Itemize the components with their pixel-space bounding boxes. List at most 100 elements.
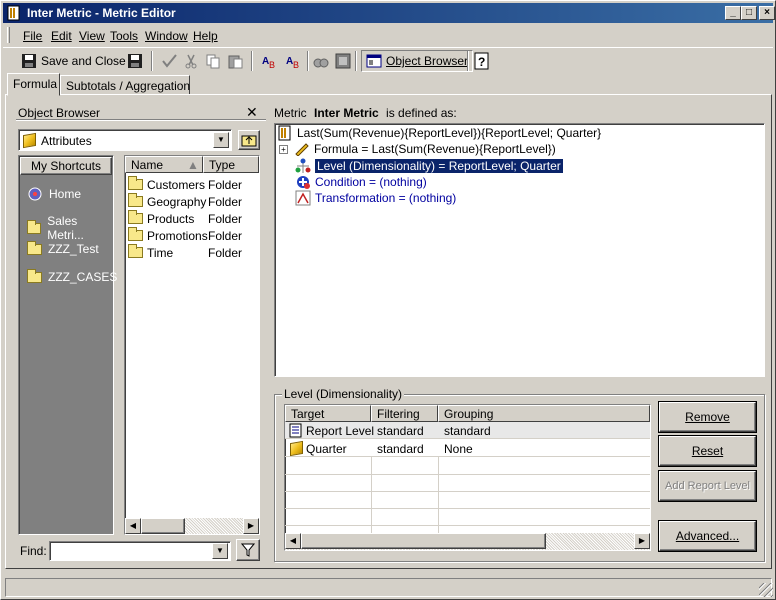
search-tool-button[interactable] [313,51,329,71]
folder-icon [128,244,143,259]
shortcut-home[interactable]: Home [27,186,81,202]
object-browser-panel: Object Browser ✕ Attributes ▼ My Shortcu… [16,104,266,562]
parent-folder-button[interactable] [238,130,260,150]
tree-formula[interactable]: + Formula = Last(Sum(Revenue){ReportLeve… [279,142,556,156]
definition-header: Metric Inter Metric is defined as: [274,106,457,120]
level-icon [295,158,311,173]
column-header-target[interactable]: Target [285,405,371,422]
toolbar: Save and Close AB AB Object Browser ? [3,47,773,73]
remove-button[interactable]: Remove [659,402,756,432]
list-horizontal-scrollbar[interactable]: ◀ ▶ [125,518,259,534]
help-icon: ? [474,52,489,70]
list-item[interactable]: Products Folder [128,210,258,228]
resize-grip[interactable] [759,583,773,597]
tree-root[interactable]: Last(Sum(Revenue){ReportLevel}){ReportLe… [277,125,601,141]
properties-icon [335,53,351,69]
folder-icon [27,268,42,283]
chevron-down-icon[interactable]: ▼ [212,543,228,559]
menu-tools[interactable]: Tools [110,29,138,43]
scroll-left-icon[interactable]: ◀ [285,533,301,549]
tree-transformation[interactable]: Transformation = (nothing) [295,190,456,206]
scroll-right-icon[interactable]: ▶ [243,518,259,534]
tree-condition[interactable]: Condition = (nothing) [295,174,427,190]
tree-level[interactable]: Level (Dimensionality) = ReportLevel; Qu… [295,158,564,174]
abc-icon: AB [262,56,275,70]
home-icon [28,187,42,201]
metric-editor-window: Inter Metric - Metric Editor _ □ × File … [0,0,776,600]
column-header-filtering[interactable]: Filtering [371,405,438,422]
grid-horizontal-scrollbar[interactable]: ◀ ▶ [285,533,650,550]
copy-button[interactable] [205,51,221,71]
scroll-left-icon[interactable]: ◀ [125,518,141,534]
close-window-button[interactable]: × [759,6,775,20]
scroll-thumb[interactable] [141,518,185,534]
shortcuts-bar: My Shortcuts Home Sales Metri... ZZZ_Tes… [18,155,117,535]
folder-icon [128,193,143,208]
maximize-button[interactable]: □ [741,6,757,20]
table-row[interactable]: Quarter standard None [285,440,650,457]
help-button[interactable]: ? [473,51,491,71]
chevron-down-icon[interactable]: ▼ [213,132,229,148]
binoculars-icon [313,58,329,68]
folder-up-icon [241,135,257,147]
title-bar[interactable]: Inter Metric - Metric Editor _ □ × [3,3,775,23]
list-item[interactable]: Customers Folder [128,176,258,194]
browser-icon [366,54,382,68]
folder-icon [128,227,143,242]
definition-tree: Last(Sum(Revenue){ReportLevel}){ReportLe… [274,123,765,377]
list-item[interactable]: Promotions Folder [128,227,258,245]
list-item[interactable]: Time Folder [128,244,258,262]
menu-view[interactable]: View [79,29,105,43]
find-input[interactable]: ▼ [49,541,231,561]
my-shortcuts-header[interactable]: My Shortcuts [20,157,112,175]
reset-button[interactable]: Reset [659,436,756,466]
save-and-close-button[interactable]: Save and Close [21,51,126,71]
copy-icon [206,54,220,69]
shortcut-zzz-cases[interactable]: ZZZ_CASES [27,268,117,284]
pencil-icon [295,143,309,156]
folder-icon [27,219,42,234]
attribute-cube-icon [290,440,303,457]
minimize-button[interactable]: _ [725,6,741,20]
menu-edit[interactable]: Edit [51,29,72,43]
scroll-right-icon[interactable]: ▶ [634,533,650,549]
table-row[interactable]: Report Level standard standard [285,422,650,439]
tab-formula[interactable]: Formula [7,73,60,96]
column-header-type[interactable]: Type [203,156,259,173]
paste-button[interactable] [227,51,243,71]
object-type-dropdown[interactable]: Attributes ▼ [18,129,232,151]
object-browser-button[interactable]: Object Browser [361,50,474,72]
object-list: Name ▲ Type Customers Folder Geography Fo… [124,155,260,535]
tab-subtotals-aggregation[interactable]: Subtotals / Aggregation [60,75,190,95]
menu-grip [7,27,10,43]
find-label: Find: [20,544,47,558]
menu-file[interactable]: File [23,29,42,43]
rename-button[interactable]: AB [285,51,303,71]
column-header-grouping[interactable]: Grouping [438,405,650,422]
add-report-level-button[interactable]: Add Report Level [659,471,756,501]
metric-app-icon [6,5,22,21]
menu-help[interactable]: Help [193,29,218,43]
check-syntax-button[interactable] [161,51,179,71]
svg-text:?: ? [478,55,485,69]
save-icon-button[interactable] [127,51,143,71]
level-groupbox-title: Level (Dimensionality) [282,387,405,401]
scroll-thumb[interactable] [301,533,546,549]
formula-page: Object Browser ✕ Attributes ▼ My Shortcu… [5,94,772,569]
expand-icon[interactable]: + [279,144,288,154]
shortcut-zzz-test[interactable]: ZZZ_Test [27,240,99,256]
advanced-button[interactable]: Advanced... [659,521,756,551]
list-item[interactable]: Geography Folder [128,193,258,211]
transformation-icon [295,190,311,206]
cut-button[interactable] [183,51,199,71]
find-replace-button[interactable]: AB [261,51,279,71]
window-title: Inter Metric - Metric Editor [27,6,176,20]
menu-window[interactable]: Window [145,29,188,43]
column-header-name[interactable]: Name ▲ [125,156,203,173]
shortcut-sales-metrics[interactable]: Sales Metri... [27,214,113,242]
properties-button[interactable] [335,51,351,71]
attribute-cube-icon [23,132,36,149]
metric-icon [278,125,291,141]
folder-icon [128,176,143,191]
filter-button[interactable] [236,539,260,561]
